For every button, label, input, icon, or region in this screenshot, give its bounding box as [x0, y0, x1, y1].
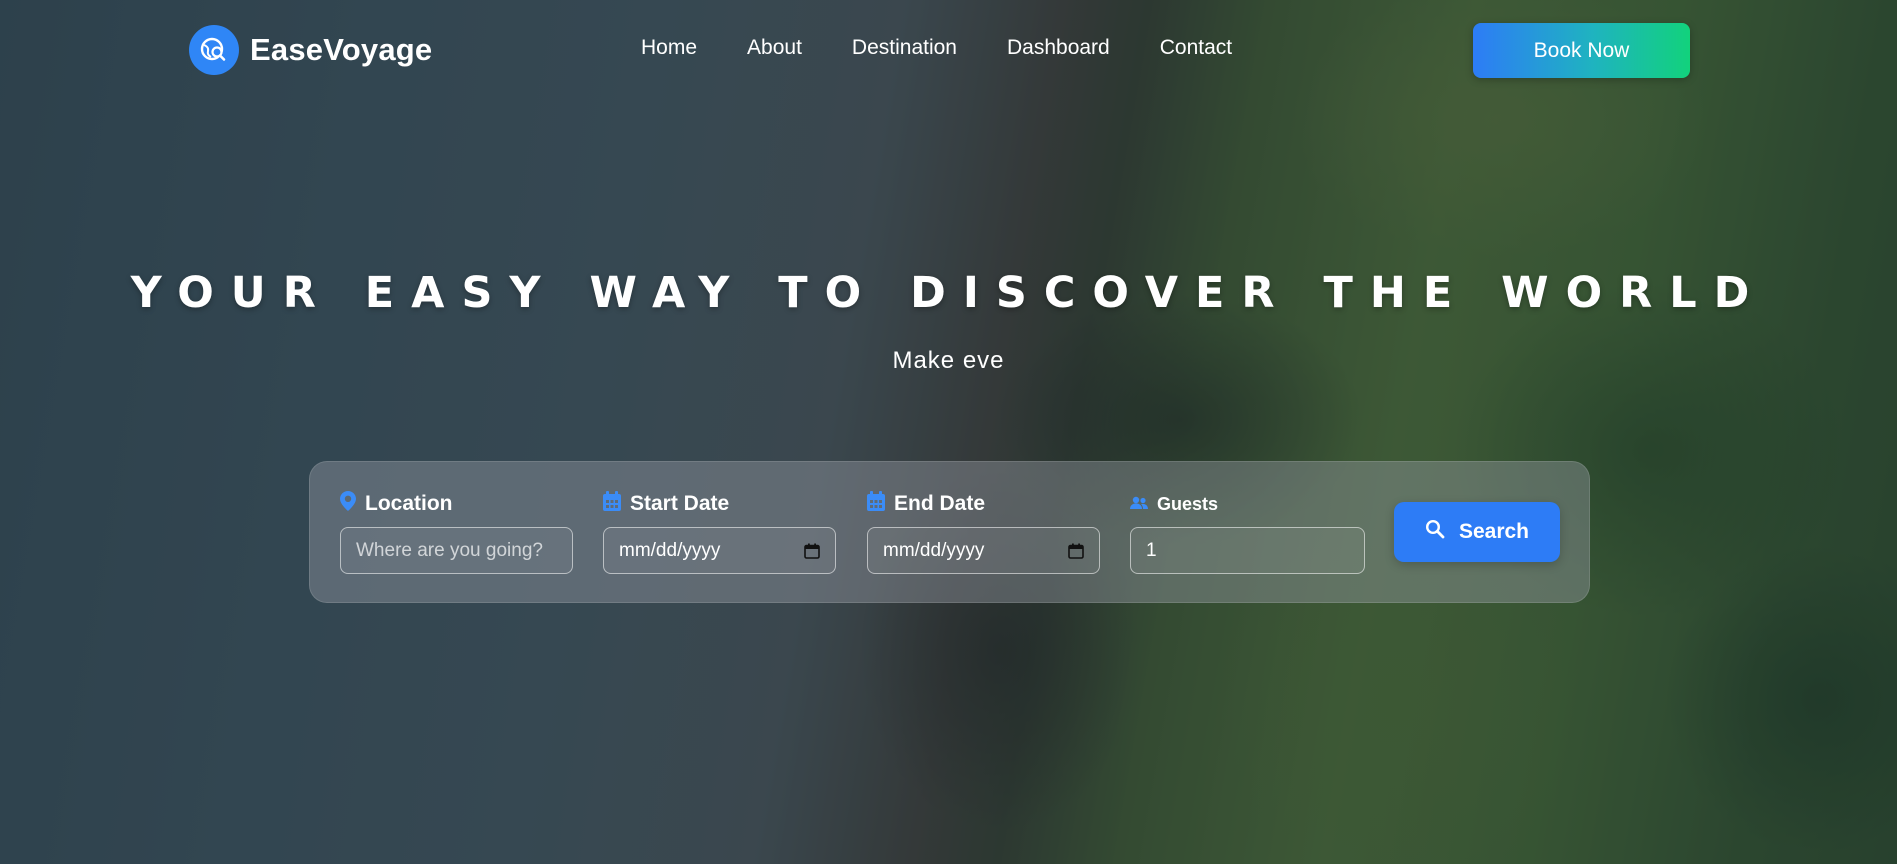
brand-name: EaseVoyage	[250, 32, 433, 67]
nav-item-home: Home	[641, 36, 697, 60]
end-date-input[interactable]: mm/dd/yyyy	[867, 527, 1100, 574]
start-date-field: Start Date mm/dd/yyyy	[603, 490, 836, 574]
nav-item-about: About	[747, 36, 802, 60]
search-button[interactable]: Search	[1394, 502, 1560, 562]
nav-links: Home About Destination Dashboard Contact	[641, 36, 1232, 60]
start-date-input[interactable]: mm/dd/yyyy	[603, 527, 836, 574]
location-label-text: Location	[365, 492, 453, 515]
search-panel: Location Start Date mm/dd/yyyy	[309, 461, 1590, 603]
hero-title: YOUR EASY WAY TO DISCOVER THE WORLD	[130, 268, 1767, 318]
start-date-label-text: Start Date	[630, 492, 730, 515]
nav-link-about[interactable]: About	[747, 36, 802, 59]
start-date-value: mm/dd/yyyy	[619, 539, 721, 561]
nav-item-contact: Contact	[1160, 36, 1232, 60]
book-now-button[interactable]: Book Now	[1473, 23, 1690, 78]
date-picker-icon[interactable]	[1068, 543, 1084, 559]
search-button-label: Search	[1458, 520, 1530, 543]
end-date-value: mm/dd/yyyy	[883, 539, 985, 561]
nav-link-contact[interactable]: Contact	[1160, 36, 1232, 59]
end-date-label: End Date	[867, 490, 1100, 518]
hero-subtitle: Make eve	[892, 347, 1005, 374]
calendar-icon	[603, 491, 621, 517]
nav-link-destination[interactable]: Destination	[852, 36, 957, 59]
calendar-icon	[867, 491, 885, 517]
logo[interactable]: EaseVoyage	[189, 25, 432, 75]
nav-link-dashboard[interactable]: Dashboard	[1007, 36, 1110, 59]
guests-label: Guests	[1130, 490, 1365, 518]
end-date-field: End Date mm/dd/yyyy	[867, 490, 1100, 574]
nav-link-home[interactable]: Home	[641, 36, 697, 59]
navbar: EaseVoyage Home About Destination Dashbo…	[0, 0, 1897, 100]
globe-search-icon	[189, 25, 239, 75]
guests-label-text: Guests	[1157, 493, 1219, 514]
users-icon	[1130, 494, 1148, 515]
nav-item-dashboard: Dashboard	[1007, 36, 1110, 60]
location-field: Location	[340, 490, 573, 574]
date-picker-icon[interactable]	[804, 543, 820, 559]
start-date-label: Start Date	[603, 490, 836, 518]
search-icon	[1425, 519, 1445, 545]
guests-input[interactable]	[1130, 527, 1365, 574]
map-pin-icon	[340, 491, 356, 517]
end-date-label-text: End Date	[894, 492, 986, 515]
nav-item-destination: Destination	[852, 36, 957, 60]
location-input[interactable]	[340, 527, 573, 574]
page-content: EaseVoyage Home About Destination Dashbo…	[0, 0, 1897, 864]
guests-field: Guests	[1130, 490, 1365, 574]
location-label: Location	[340, 490, 573, 518]
